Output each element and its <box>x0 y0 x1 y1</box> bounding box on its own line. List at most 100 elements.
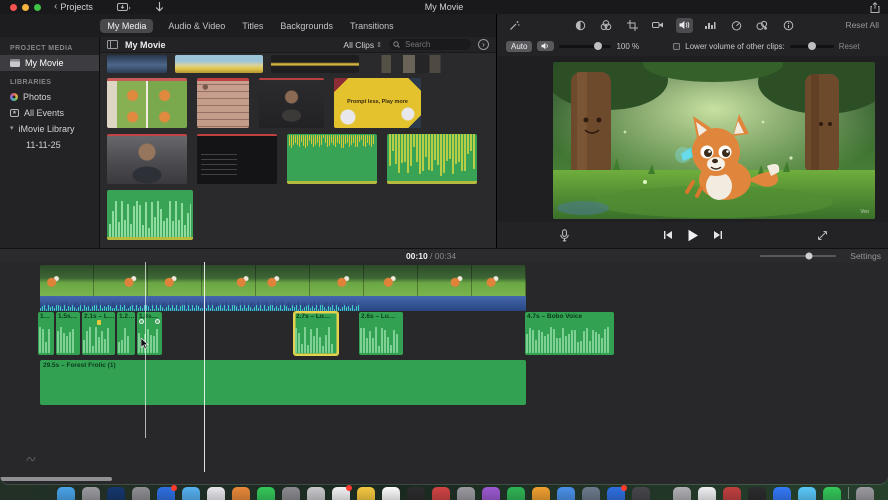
sidebar-toggle-icon[interactable] <box>107 40 118 49</box>
sidebar-item-11-11-25[interactable]: 11-11-25 <box>0 137 99 153</box>
dock-app-icon[interactable] <box>748 487 766 500</box>
dock-app-icon[interactable] <box>382 487 400 500</box>
dock-app-icon[interactable] <box>207 487 225 500</box>
media-thumbnail-strip-blue[interactable] <box>107 55 167 73</box>
media-thumbnail-strip-photos[interactable] <box>367 55 447 73</box>
dock-app-icon[interactable] <box>798 487 816 500</box>
dock-app-icon[interactable] <box>457 487 475 500</box>
media-thumbnail-strip-sky[interactable] <box>175 55 263 73</box>
tab-backgrounds[interactable]: Backgrounds <box>278 19 335 33</box>
dock-app-icon[interactable] <box>856 487 874 500</box>
sidebar-item-imovie-library[interactable]: iMovie Library <box>0 121 99 137</box>
dock-app-icon[interactable] <box>257 487 275 500</box>
tab-titles[interactable]: Titles <box>240 19 265 33</box>
projects-back-button[interactable]: ‹ Projects <box>54 2 93 13</box>
lower-volume-checkbox[interactable] <box>673 42 681 50</box>
timeline[interactable]: 1… 1.5s… 2.1s – L… 1.2… 1.8s… 2.7s – Lu… 2.6s … <box>0 262 888 484</box>
dock-app-icon[interactable] <box>182 487 200 500</box>
volume-icon[interactable] <box>675 17 693 33</box>
clip-filter-effects-icon[interactable] <box>754 18 771 33</box>
sidebar-item-all-events[interactable]: All Events <box>0 105 99 121</box>
lower-volume-slider[interactable] <box>789 42 834 50</box>
color-correction-icon[interactable] <box>598 18 615 33</box>
sidebar-item-photos[interactable]: Photos <box>0 89 99 105</box>
import-media-icon[interactable] <box>116 2 131 12</box>
media-thumbnail-webcam[interactable] <box>107 134 187 184</box>
noise-reduction-icon[interactable] <box>702 18 719 33</box>
fade-handle[interactable] <box>139 319 144 324</box>
reset-all-button[interactable]: Reset All <box>845 20 879 30</box>
media-thumbnail-strip-gold[interactable] <box>271 55 359 73</box>
tab-audio-video[interactable]: Audio & Video <box>166 19 227 33</box>
timeline-playhead[interactable] <box>204 262 205 472</box>
media-thumbnail-webcam-dark[interactable] <box>259 78 324 128</box>
search-input[interactable] <box>403 39 467 50</box>
voiceover-mic-icon[interactable] <box>559 228 570 242</box>
dock-app-icon[interactable] <box>282 487 300 500</box>
media-thumbnail-terminal[interactable] <box>197 134 277 184</box>
timeline-zoom-slider[interactable] <box>760 252 836 260</box>
media-thumbnail-audio-top[interactable] <box>287 134 377 184</box>
media-thumbnail-foxgrid[interactable] <box>107 78 187 128</box>
dock-app-icon[interactable] <box>482 487 500 500</box>
reset-volume-button[interactable]: Reset <box>839 42 860 51</box>
sidebar-item-my-movie[interactable]: My Movie <box>0 55 99 71</box>
dock-app-icon[interactable] <box>157 485 177 500</box>
speed-icon[interactable] <box>728 18 745 33</box>
audio-clip-1[interactable]: 1… <box>38 312 54 355</box>
zoom-slider-knob[interactable] <box>805 252 813 260</box>
enhance-wand-icon[interactable] <box>506 18 523 33</box>
media-thumbnail-document[interactable] <box>197 78 249 128</box>
volume-slider[interactable] <box>559 42 612 50</box>
play-button[interactable] <box>687 229 699 242</box>
audio-clip-2-1s-l[interactable]: 2.1s – L… <box>82 312 115 355</box>
clip-filter-dropdown[interactable]: All Clips ⇕ <box>343 40 382 50</box>
video-clip-filmstrip[interactable] <box>40 265 526 296</box>
volume-slider-knob[interactable] <box>593 42 602 50</box>
fade-handle[interactable] <box>155 319 160 324</box>
timeline-settings-button[interactable]: Settings <box>850 251 881 261</box>
media-thumbnail-audio-tall[interactable] <box>387 134 477 184</box>
dock-app-icon[interactable] <box>357 487 375 500</box>
tab-my-media[interactable]: My Media <box>100 18 154 33</box>
dock-app-icon[interactable] <box>432 487 450 500</box>
dock-app-icon[interactable] <box>532 487 550 500</box>
audio-clip-4-7s-bobo-voice[interactable]: 4.7s – Bobo Voice <box>525 312 614 355</box>
search-box[interactable] <box>389 39 471 50</box>
dock-app-icon[interactable] <box>132 487 150 500</box>
dock-app-icon[interactable] <box>823 487 841 500</box>
dock-app-icon[interactable] <box>723 487 741 500</box>
next-frame-button[interactable] <box>713 230 723 240</box>
auto-volume-button[interactable]: Auto <box>506 40 533 52</box>
dock-app-icon[interactable] <box>673 487 691 500</box>
audio-clip-2-6s-lu[interactable]: 2.6s – Lu… <box>359 312 403 355</box>
dock-app-icon[interactable] <box>107 487 125 500</box>
dock-app-icon[interactable] <box>607 485 627 500</box>
dock-app-icon[interactable] <box>57 487 75 500</box>
video-clip-audio-waveform[interactable] <box>40 296 526 311</box>
close-window-button[interactable] <box>10 3 17 11</box>
fullscreen-icon[interactable] <box>817 230 828 241</box>
media-thumbnail-design[interactable]: Prompt less, Play more <box>334 78 421 128</box>
color-balance-icon[interactable] <box>572 18 589 33</box>
media-thumbnail-audio[interactable] <box>107 190 193 240</box>
dock-app-icon[interactable] <box>582 487 600 500</box>
dock-app-icon[interactable] <box>82 487 100 500</box>
minimize-window-button[interactable] <box>22 3 29 11</box>
dock-app-icon[interactable] <box>307 487 325 500</box>
clip-info-icon[interactable] <box>780 18 797 33</box>
timeline-horizontal-scrollbar[interactable] <box>0 477 112 481</box>
zoom-window-button[interactable] <box>34 3 41 11</box>
dock-app-icon[interactable] <box>773 487 791 500</box>
browser-forward-icon[interactable]: › <box>478 39 489 50</box>
dock-app-icon[interactable] <box>698 487 716 500</box>
audio-clip-1-2[interactable]: 1.2… <box>117 312 135 355</box>
previous-frame-button[interactable] <box>663 230 673 240</box>
dock-app-icon[interactable] <box>232 487 250 500</box>
lower-volume-slider-knob[interactable] <box>807 42 816 50</box>
dock-app-icon[interactable] <box>632 487 650 500</box>
download-arrow-icon[interactable] <box>155 1 164 13</box>
share-icon[interactable] <box>870 1 880 13</box>
tab-transitions[interactable]: Transitions <box>348 19 396 33</box>
dock-app-icon[interactable] <box>507 487 525 500</box>
